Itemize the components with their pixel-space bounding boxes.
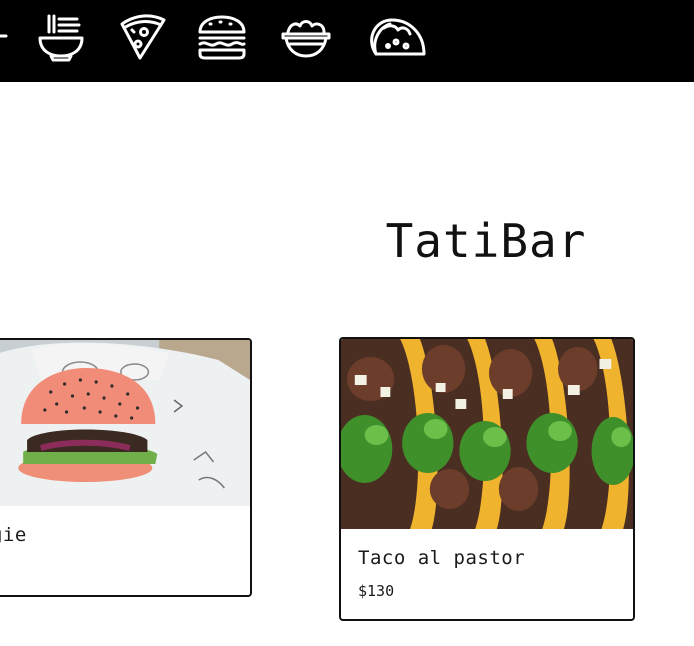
site-title: TatiBar xyxy=(385,214,587,268)
burger-icon[interactable] xyxy=(196,12,248,62)
top-nav-bar xyxy=(0,0,694,82)
menu-card-taco[interactable]: Taco al pastor $130 xyxy=(339,337,635,621)
ramen-icon[interactable] xyxy=(35,12,87,62)
card-name: ggie xyxy=(0,524,27,546)
card-name: Taco al pastor xyxy=(358,547,526,569)
taco-al-pastor-photo xyxy=(341,339,633,529)
menu-card-burger[interactable]: ggie 50 xyxy=(0,338,252,597)
card-price: $130 xyxy=(358,582,395,600)
salad-icon[interactable] xyxy=(280,12,332,62)
taco-icon[interactable] xyxy=(362,12,428,62)
partial-icon[interactable] xyxy=(0,12,8,62)
page: TatiBar ie Taco al pastor $130 xyxy=(0,0,694,646)
pizza-icon[interactable] xyxy=(116,12,168,62)
veggie-burger-photo xyxy=(0,340,250,506)
